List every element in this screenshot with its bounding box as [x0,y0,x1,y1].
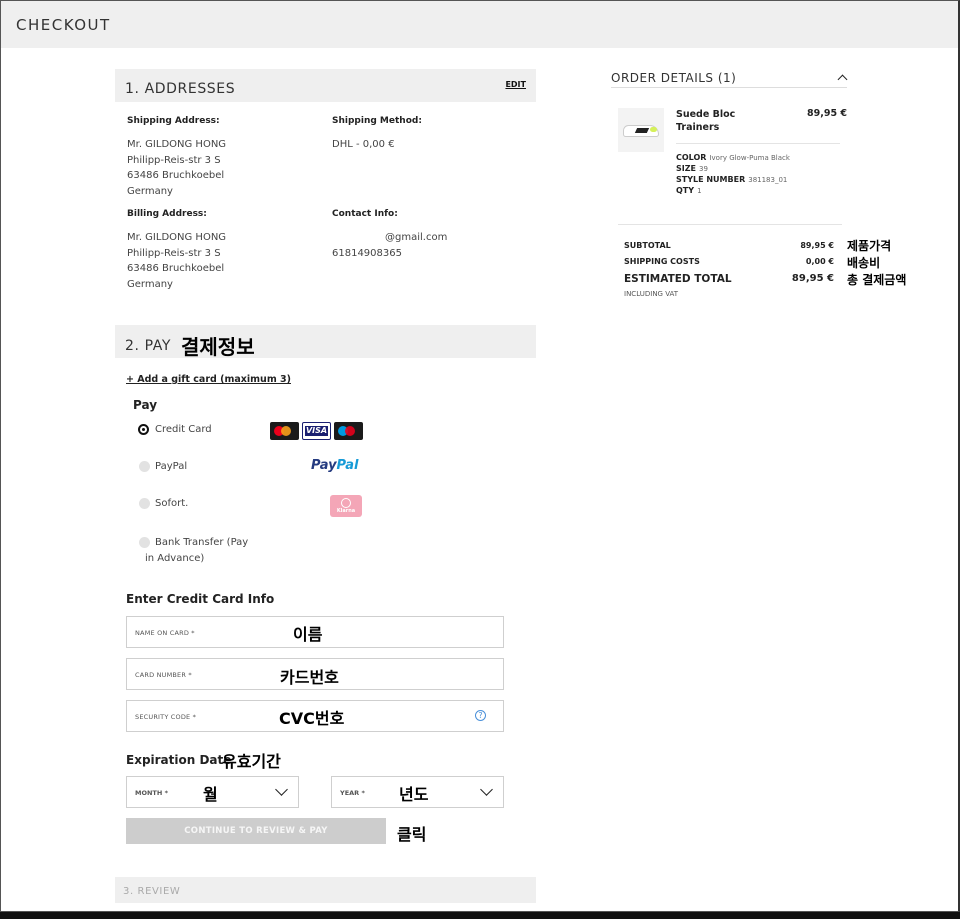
sofort-option-label[interactable]: Sofort. [155,496,188,512]
credit-card-info-heading: Enter Credit Card Info [126,592,275,606]
sofort-radio[interactable] [139,498,150,509]
review-section-header: 3. REVIEW [115,877,536,903]
divider [611,87,847,88]
top-bar: CHECKOUT [1,1,958,48]
estimated-total-label: ESTIMATED TOTAL [624,273,732,285]
estimated-total-value: 89,95 € [791,273,834,284]
paypal-option-label[interactable]: PayPal [155,459,187,475]
shipping-annotation: 배송비 [847,256,881,270]
klarna-logo-icon: Klarna [330,495,362,517]
shipping-address-line: Mr. GILDONG HONG [127,139,227,150]
billing-address: Mr. GILDONG HONG Philipp-Reis-str 3 S 63… [127,230,226,292]
shoe-icon [623,125,659,137]
product-name: Suede Bloc Trainers [676,109,736,133]
expiration-date-heading: Expiration Date [126,753,232,767]
chevron-down-icon [275,783,288,796]
subtotal-value: 89,95 € [800,241,834,250]
credit-card-option-label[interactable]: Credit Card [155,422,212,438]
help-icon[interactable]: ? [475,710,486,721]
pay-heading: Pay [133,398,158,412]
billing-address-label: Billing Address: [127,209,207,219]
month-annotation: 월 [203,785,218,804]
bottom-edge [0,912,960,919]
shipping-address-label: Shipping Address: [127,116,220,126]
product-style-number: STYLE NUMBER 381183_01 [676,175,788,184]
year-annotation: 년도 [399,785,429,804]
product-price: 89,95 € [807,108,847,119]
vat-note: INCLUDING VAT [624,290,679,298]
product-thumbnail [618,108,664,152]
total-annotation: 총 결제금액 [847,273,907,287]
chevron-down-icon [480,783,493,796]
billing-address-line: Philipp-Reis-str 3 S [127,247,221,259]
maestro-icon [334,422,363,440]
mastercard-icon [270,422,299,440]
product-qty: QTY 1 [676,186,702,195]
continue-to-review-button[interactable]: CONTINUE TO REVIEW & PAY [126,818,386,844]
subtotal-label: SUBTOTAL [624,241,671,250]
divider [618,224,842,225]
contact-info-label: Contact Info: [332,209,398,219]
pay-section-header: 2. PAY [115,325,536,358]
product-size: SIZE 39 [676,164,708,173]
card-number-annotation: 카드번호 [280,668,339,687]
paypal-radio[interactable] [139,461,150,472]
paypal-logo-icon: PayPal [311,458,359,473]
shipping-costs-value: 0,00 € [805,257,834,266]
order-details-title[interactable]: ORDER DETAILS (1) [611,71,736,85]
billing-address-line: 63486 Bruchkoebel [127,263,225,274]
shipping-address-line: Philipp-Reis-str 3 S [127,154,221,166]
pay-title: 2. PAY [125,338,171,354]
security-code-annotation: CVC번호 [279,709,345,728]
shipping-method-label: Shipping Method: [332,116,422,126]
visa-icon: VISA [302,422,331,440]
shipping-method-value: DHL - 0,00 € [332,139,395,150]
credit-card-radio[interactable] [138,424,149,435]
bank-transfer-option-label[interactable]: Bank Transfer (Pay in Advance) [145,535,248,566]
shipping-address: Mr. GILDONG HONG Philipp-Reis-str 3 S 63… [127,137,226,199]
billing-address-line: Germany [127,278,173,290]
continue-annotation: 클릭 [397,825,427,844]
product-color: COLOR Ivory Glow-Puma Black [676,153,790,162]
contact-phone: 61814908365 [332,248,402,259]
addresses-title: 1. ADDRESSES [125,81,236,97]
shipping-address-line: 63486 Bruchkoebel [127,170,225,181]
divider [676,143,840,144]
shipping-address-line: Germany [127,185,173,197]
contact-email: @gmail.com [385,232,448,243]
review-title: 3. REVIEW [123,886,181,897]
addresses-section-header: 1. ADDRESSES EDIT [115,69,536,102]
subtotal-annotation: 제품가격 [847,239,892,253]
shipping-costs-label: SHIPPING COSTS [624,257,700,266]
pay-annotation: 결제정보 [181,335,255,359]
add-gift-card-link[interactable]: + Add a gift card (maximum 3) [126,374,291,385]
name-annotation: 이름 [293,625,323,644]
page-title: CHECKOUT [16,16,111,34]
billing-address-line: Mr. GILDONG HONG [127,232,227,243]
edit-addresses-link[interactable]: EDIT [505,80,526,89]
expiration-annotation: 유효기간 [222,752,281,771]
